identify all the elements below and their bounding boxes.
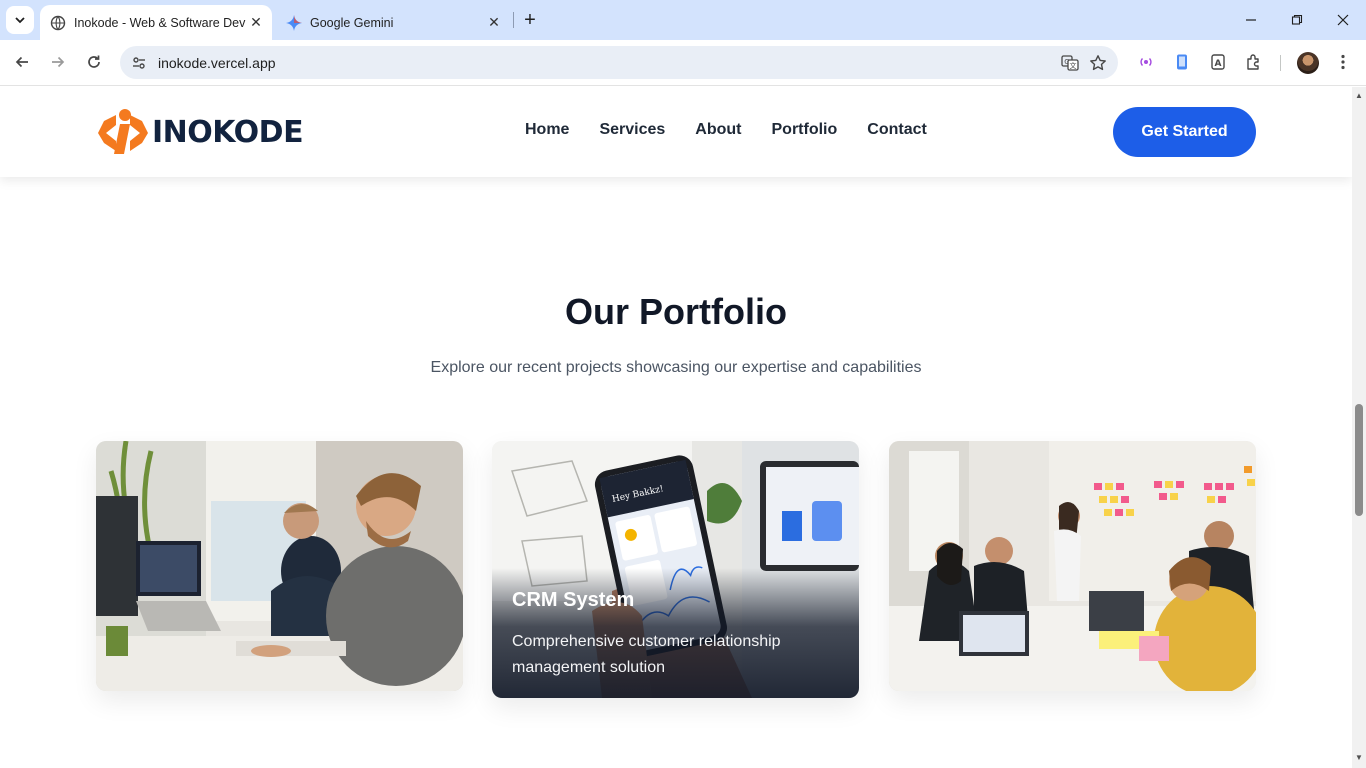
toolbar-divider — [1280, 55, 1281, 71]
extension-phone-icon[interactable] — [1169, 49, 1195, 75]
logo-text: INOKODE — [152, 114, 304, 150]
profile-avatar[interactable] — [1297, 52, 1319, 74]
back-button[interactable] — [8, 48, 36, 76]
svg-text:A: A — [1215, 59, 1222, 69]
portfolio-card-3[interactable] — [889, 441, 1256, 691]
tab-title: Inokode - Web & Software Dev — [74, 15, 246, 30]
nav-home[interactable]: Home — [525, 121, 569, 139]
globe-icon — [50, 15, 66, 31]
forward-button[interactable] — [44, 48, 72, 76]
portfolio-subtitle: Explore our recent projects showcasing o… — [430, 359, 922, 376]
tab-separator — [513, 12, 514, 28]
reload-button[interactable] — [80, 48, 108, 76]
svg-text:文: 文 — [1070, 61, 1077, 70]
portfolio-title: Our Portfolio — [565, 291, 787, 332]
tab-title: Google Gemini — [310, 15, 394, 30]
bookmark-star-icon[interactable] — [1084, 49, 1112, 77]
logo-mark-icon — [96, 107, 150, 157]
chevron-down-icon — [15, 17, 25, 24]
minimize-icon[interactable] — [1228, 0, 1274, 40]
restore-icon[interactable] — [1274, 0, 1320, 40]
tab-gemini[interactable]: Google Gemini ✕ — [276, 5, 510, 40]
url-text[interactable]: inokode.vercel.app — [158, 55, 1056, 71]
reload-icon — [88, 55, 100, 68]
site-settings-icon[interactable] — [130, 54, 148, 72]
nav-portfolio[interactable]: Portfolio — [772, 121, 838, 139]
gemini-icon — [286, 14, 302, 31]
forward-arrow-icon — [52, 56, 65, 68]
scrollbar-thumb[interactable] — [1355, 404, 1363, 516]
new-tab-button[interactable]: + — [518, 8, 542, 32]
page-scrollbar[interactable]: ▲ ▼ — [1352, 87, 1366, 768]
extension-document-icon[interactable]: A — [1205, 49, 1231, 75]
page-viewport: INOKODE Home Services About Portfolio Co… — [0, 87, 1352, 768]
address-bar[interactable]: inokode.vercel.app G文 — [120, 46, 1118, 79]
developers-at-desk-photo — [96, 441, 463, 691]
team-meeting-photo — [889, 441, 1256, 691]
site-logo[interactable]: INOKODE — [96, 107, 304, 157]
close-window-icon[interactable] — [1320, 0, 1366, 40]
site-header: INOKODE Home Services About Portfolio Co… — [0, 87, 1352, 177]
nav-contact[interactable]: Contact — [867, 121, 927, 139]
extension-broadcast-icon[interactable] — [1133, 49, 1159, 75]
close-tab-icon[interactable]: ✕ — [246, 13, 266, 33]
get-started-button[interactable]: Get Started — [1113, 107, 1256, 157]
chrome-menu-icon[interactable] — [1330, 49, 1356, 75]
portfolio-card-crm[interactable]: Hey Bakkz! CRM System Comprehensive cust… — [492, 441, 859, 698]
back-arrow-icon — [15, 56, 28, 68]
tab-search-button[interactable] — [6, 6, 34, 34]
extensions-puzzle-icon[interactable] — [1241, 49, 1267, 75]
card-title: CRM System — [512, 589, 635, 611]
tab-strip: Inokode - Web & Software Dev ✕ Google Ge… — [0, 0, 1366, 40]
main-nav: Home Services About Portfolio Contact — [525, 121, 957, 139]
scroll-up-arrow-icon[interactable]: ▲ — [1354, 90, 1364, 100]
scroll-down-arrow-icon[interactable]: ▼ — [1354, 752, 1364, 762]
card-description: Comprehensive customer relationship mana… — [512, 633, 781, 676]
translate-icon[interactable]: G文 — [1056, 49, 1084, 77]
browser-toolbar: inokode.vercel.app G文 A — [0, 40, 1366, 86]
nav-services[interactable]: Services — [599, 121, 665, 139]
close-tab-icon[interactable]: ✕ — [484, 13, 504, 33]
nav-about[interactable]: About — [695, 121, 741, 139]
portfolio-card-1[interactable] — [96, 441, 463, 691]
tab-inokode[interactable]: Inokode - Web & Software Dev ✕ — [40, 5, 272, 40]
